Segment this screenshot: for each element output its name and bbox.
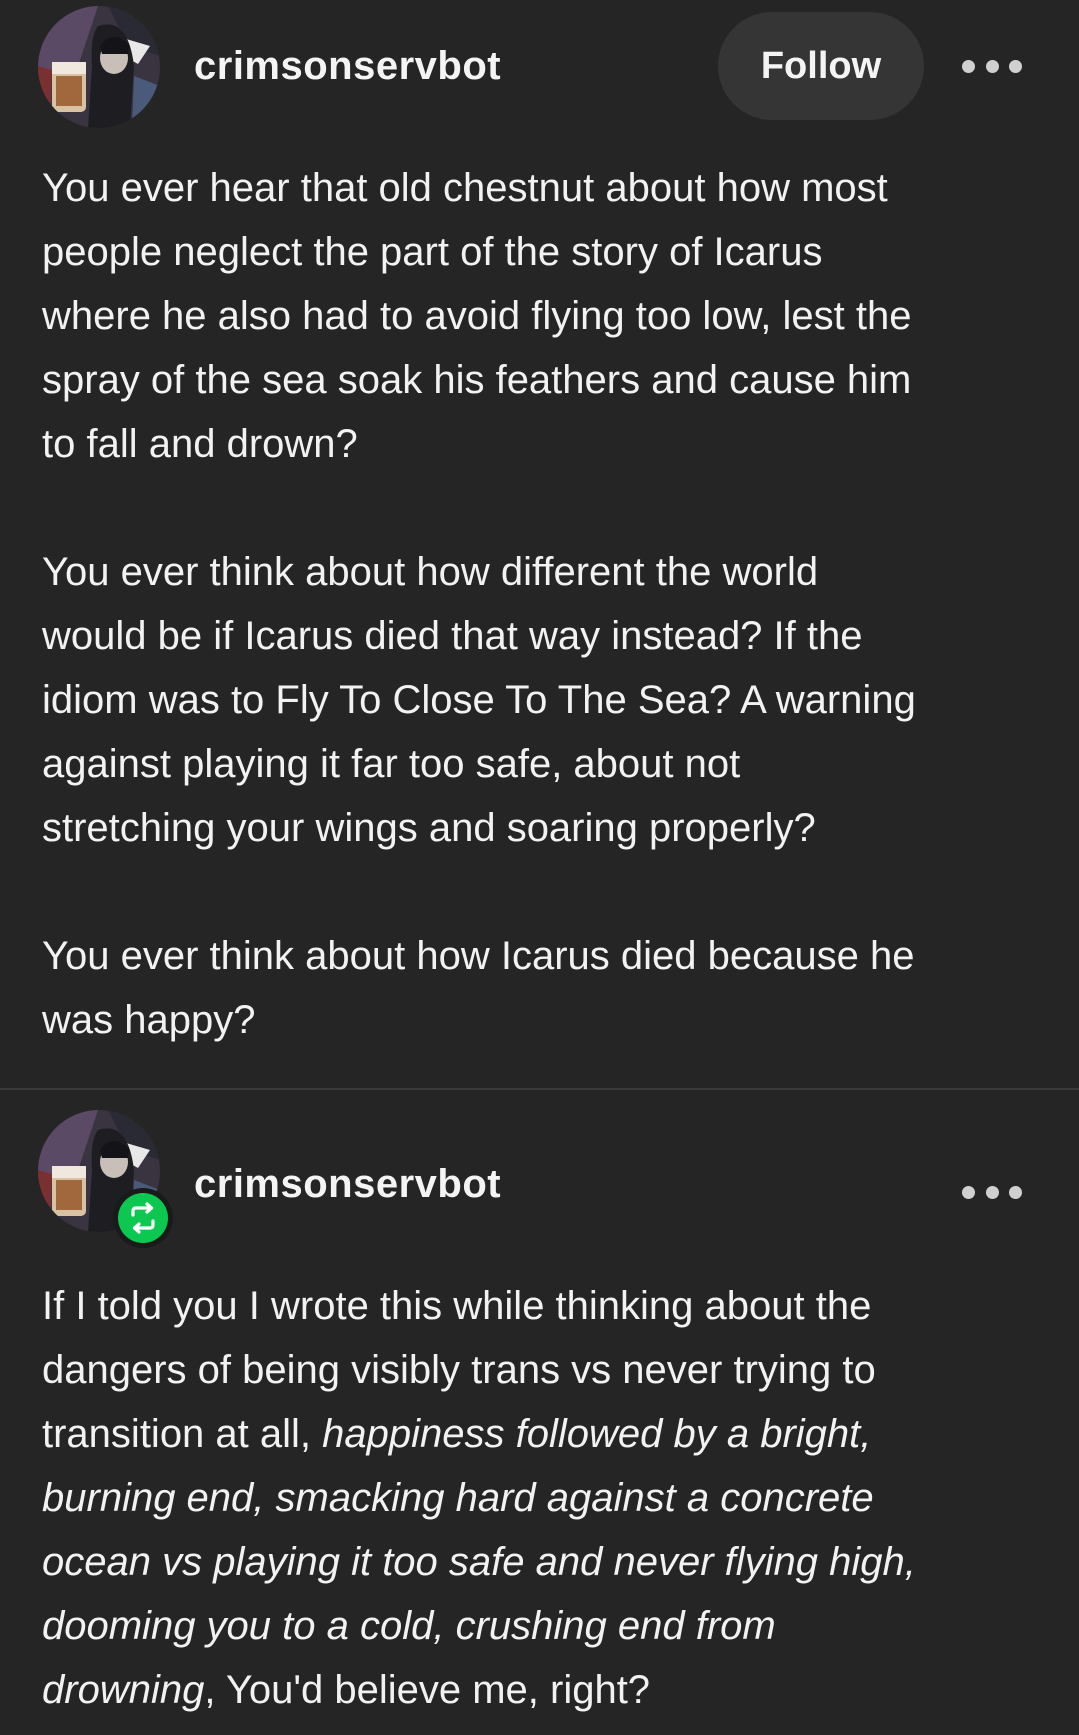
post-body: If I told you I wrote this while thinkin… <box>42 1274 1042 1722</box>
ellipsis-icon <box>985 59 999 73</box>
more-options-button[interactable] <box>962 54 1022 78</box>
ellipsis-icon <box>1009 1185 1022 1199</box>
post-header: crimsonservbot Follow <box>0 0 1079 130</box>
post-paragraph: You ever think about how different the w… <box>42 550 916 850</box>
ellipsis-icon <box>1009 59 1022 73</box>
reblog-badge <box>113 1188 173 1248</box>
ellipsis-icon <box>985 1185 999 1199</box>
reblog-icon <box>118 1193 168 1243</box>
reblog-text-italic: happiness followed by a bright, burning … <box>42 1412 916 1712</box>
post-paragraph: If I told you I wrote this while thinkin… <box>42 1274 1042 1722</box>
post-body: You ever hear that old chestnut about ho… <box>42 156 1042 1052</box>
avatar-image <box>38 6 160 128</box>
post-paragraph: You ever hear that old chestnut about ho… <box>42 166 912 466</box>
reblog-post: crimsonservbot If I told you I wrote thi… <box>0 1090 1079 1735</box>
post-header: crimsonservbot <box>0 1090 1079 1248</box>
follow-button[interactable]: Follow <box>718 12 924 120</box>
avatar[interactable] <box>38 6 160 128</box>
username[interactable]: crimsonservbot <box>194 44 501 89</box>
more-options-button[interactable] <box>962 1180 1022 1204</box>
username[interactable]: crimsonservbot <box>194 1162 501 1207</box>
original-post: crimsonservbot Follow You ever hear that… <box>0 0 1079 1088</box>
ellipsis-icon <box>962 59 975 73</box>
post-paragraph: You ever think about how Icarus died bec… <box>42 934 915 1042</box>
ellipsis-icon <box>962 1185 975 1199</box>
reblog-text-end: , You'd believe me, right? <box>204 1668 651 1712</box>
